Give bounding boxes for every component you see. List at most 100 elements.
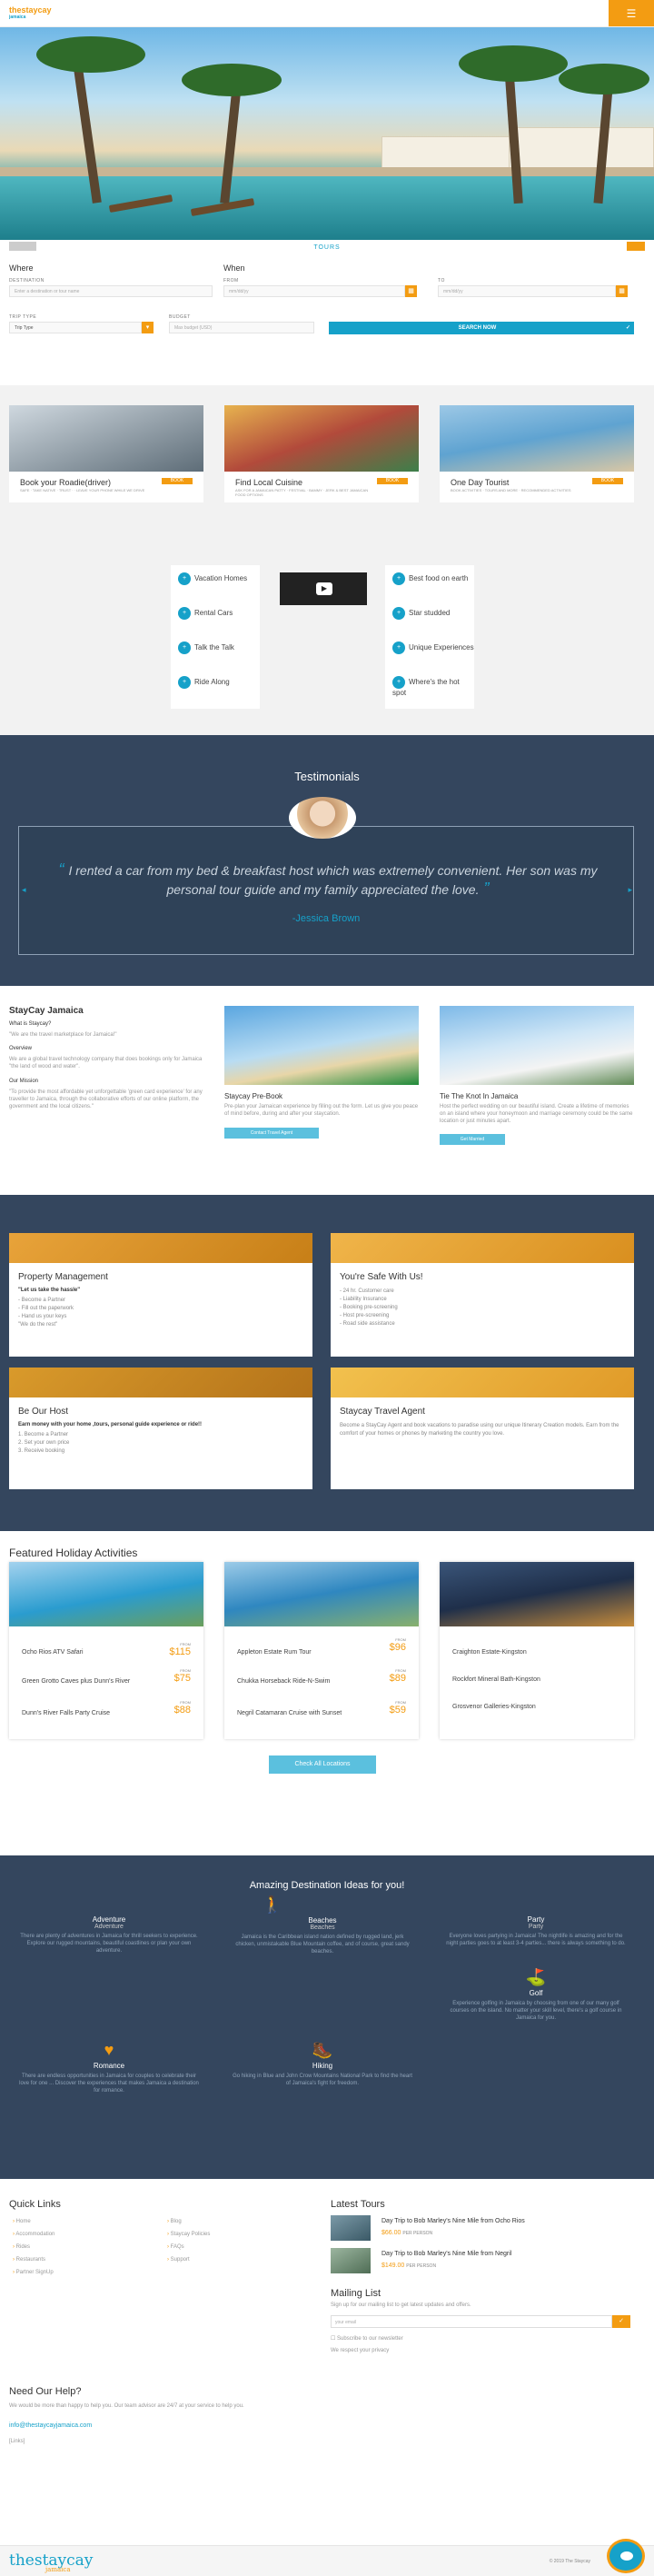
help-links[interactable]: [Links] bbox=[9, 2439, 25, 2444]
plus-icon: + bbox=[392, 676, 405, 689]
footer-link[interactable]: Home bbox=[13, 2219, 31, 2224]
feature-item[interactable]: + Rental Cars bbox=[178, 607, 233, 620]
box-line: - Liability Insurance bbox=[340, 1297, 387, 1302]
plus-icon: + bbox=[178, 607, 191, 620]
idea-party[interactable]: Party Party Everyone loves partying in J… bbox=[445, 1914, 627, 1947]
search-form: Where DESTINATION Enter a destination or… bbox=[0, 256, 654, 385]
calendar-icon[interactable]: ▦ bbox=[405, 285, 417, 297]
footer-link[interactable]: Rides bbox=[13, 2244, 30, 2250]
footer-link[interactable]: Restaurants bbox=[13, 2257, 45, 2263]
service-card[interactable]: Find Local Cuisine ASK FOR A JAMAICAN PA… bbox=[224, 405, 419, 502]
prebook-title: Staycay Pre-Book bbox=[224, 1092, 283, 1100]
privacy-note: We respect your privacy bbox=[331, 2348, 390, 2353]
idea-text: Everyone loves partying in Jamaica! The … bbox=[446, 1934, 626, 1946]
activity-name[interactable]: Grosvenor Galleries-Kingston bbox=[452, 1704, 536, 1710]
subscribe-button[interactable]: ✓ bbox=[612, 2315, 630, 2328]
card-title: Book your Roadie(driver) bbox=[20, 478, 112, 487]
tour-item[interactable]: Day Trip to Bob Marley's Nine Mile from … bbox=[331, 2248, 630, 2275]
footer-link[interactable]: Partner SignUp bbox=[13, 2270, 54, 2275]
heart-icon: ♥ bbox=[104, 2041, 114, 2059]
logo[interactable]: thestaycay jamaica bbox=[9, 5, 52, 20]
idea-adventure[interactable]: Adventure Adventure There are plenty of … bbox=[18, 1914, 200, 1954]
activity-name[interactable]: Ocho Rios ATV Safari bbox=[22, 1649, 84, 1656]
footer-link[interactable]: Blog bbox=[167, 2219, 182, 2224]
travel-agent-box: Staycay Travel Agent Become a StayCay Ag… bbox=[331, 1368, 634, 1489]
idea-subtitle: Beaches bbox=[310, 1925, 335, 1931]
calendar-icon[interactable]: ▦ bbox=[616, 285, 628, 297]
testimonials-section: Testimonials “ I rented a car from my be… bbox=[0, 735, 654, 986]
trip-type-select[interactable]: Trip Type bbox=[9, 322, 142, 333]
book-tag[interactable]: BOOK bbox=[377, 478, 408, 484]
email-field[interactable]: your email bbox=[331, 2315, 612, 2328]
footer-bottom-bar: thestaycay jamaica © 2019 The Staycay bbox=[0, 2539, 654, 2576]
services-section: Book your Roadie(driver) SAFE · TAKE NAT… bbox=[0, 385, 654, 735]
video-player[interactable]: ▶ bbox=[280, 572, 367, 605]
ideas-title: Amazing Destination Ideas for you! bbox=[249, 1880, 405, 1891]
activity-name[interactable]: Green Grotto Caves plus Dunn's River bbox=[22, 1673, 158, 1691]
help-email-link[interactable]: info@thestaycayjamaica.com bbox=[9, 2422, 92, 2429]
help-text: We would be more than happy to help you.… bbox=[9, 2403, 244, 2409]
slider-next-button[interactable] bbox=[627, 242, 645, 251]
idea-romance[interactable]: ♥ Romance There are endless opportunitie… bbox=[18, 2041, 200, 2094]
activity-name[interactable]: Appleton Estate Rum Tour bbox=[237, 1649, 312, 1656]
idea-beaches[interactable]: 🚶 Beaches Beaches Jamaica is the Caribbe… bbox=[232, 1895, 413, 1955]
tour-title[interactable]: Day Trip to Bob Marley's Nine Mile from … bbox=[382, 2251, 511, 2257]
slider-prev-button[interactable] bbox=[9, 242, 36, 251]
feature-item[interactable]: + Unique Experiences bbox=[392, 642, 474, 654]
tour-price: $66.00 PER PERSON bbox=[382, 2230, 433, 2236]
activity-name[interactable]: Rockfort Mineral Bath-Kingston bbox=[452, 1676, 540, 1683]
activity-name[interactable]: Chukka Horseback Ride-N-Swim bbox=[237, 1673, 373, 1691]
chevron-right-icon[interactable]: ▸ bbox=[628, 885, 632, 895]
tour-item[interactable]: Day Trip to Bob Marley's Nine Mile from … bbox=[331, 2215, 630, 2243]
idea-text: There are endless opportunities in Jamai… bbox=[19, 2074, 199, 2094]
plus-icon: + bbox=[178, 676, 191, 689]
idea-text: There are plenty of adventures in Jamaic… bbox=[20, 1934, 198, 1954]
golf-icon: ⛳ bbox=[525, 1968, 547, 1986]
activity-price: $59 bbox=[389, 1705, 406, 1716]
footer-link[interactable]: Support bbox=[167, 2257, 190, 2263]
to-date-input[interactable]: mm/dd/yy bbox=[438, 285, 616, 297]
check-all-locations-button[interactable]: Check All Locations bbox=[269, 1755, 376, 1774]
idea-hiking[interactable]: 🥾 Hiking Go hiking in Blue and John Crow… bbox=[232, 2041, 413, 2087]
destination-input[interactable]: Enter a destination or tour name bbox=[9, 285, 213, 297]
budget-input[interactable]: Max budget (USD) bbox=[169, 322, 314, 333]
feature-item[interactable]: + Vacation Homes bbox=[178, 572, 247, 585]
from-date-input[interactable]: mm/dd/yy bbox=[223, 285, 405, 297]
feature-item[interactable]: + Star studded bbox=[392, 607, 450, 620]
footer-link[interactable]: Accommodation bbox=[13, 2232, 54, 2237]
footer-logo[interactable]: thestaycay jamaica bbox=[9, 2551, 93, 2573]
service-card[interactable]: One Day Tourist BOOK ACTIVITIES · TOURS … bbox=[440, 405, 634, 502]
feature-item[interactable]: + Where's the hot spot bbox=[392, 676, 474, 697]
box-line: "We do the rest" bbox=[18, 1322, 58, 1328]
service-card[interactable]: Book your Roadie(driver) SAFE · TAKE NAT… bbox=[9, 405, 203, 502]
activity-price: $115 bbox=[169, 1646, 191, 1657]
get-married-button[interactable]: Get Married bbox=[440, 1134, 505, 1145]
tour-title[interactable]: Day Trip to Bob Marley's Nine Mile from … bbox=[382, 2218, 525, 2224]
testimonial-quote: “ I rented a car from my bed & breakfast… bbox=[58, 860, 598, 898]
play-icon[interactable]: ▶ bbox=[316, 582, 332, 595]
book-tag[interactable]: BOOK bbox=[162, 478, 193, 484]
check-icon: ✓ bbox=[625, 325, 630, 331]
feature-item[interactable]: + Ride Along bbox=[178, 676, 230, 689]
activity-name[interactable]: Dunn's River Falls Party Cruise bbox=[22, 1705, 158, 1723]
activity-name[interactable]: Craighton Estate-Kingston bbox=[452, 1649, 527, 1656]
contact-agent-button[interactable]: Contact Travel Agent bbox=[224, 1128, 319, 1139]
activity-name[interactable]: Negril Catamaran Cruise with Sunset bbox=[237, 1705, 373, 1723]
footer-link[interactable]: FAQs bbox=[167, 2244, 184, 2250]
feature-item[interactable]: + Best food on earth bbox=[392, 572, 468, 585]
chat-widget[interactable] bbox=[607, 2539, 645, 2573]
book-tag[interactable]: BOOK bbox=[592, 478, 623, 484]
featured-title: Featured Holiday Activities bbox=[9, 1547, 138, 1559]
idea-text: Experience golfing in Jamaica by choosin… bbox=[450, 2001, 622, 2021]
menu-button[interactable]: ☰ bbox=[609, 0, 654, 26]
footer-link[interactable]: Staycay Policies bbox=[167, 2232, 211, 2237]
chevron-left-icon[interactable]: ◂ bbox=[22, 885, 26, 895]
idea-golf[interactable]: ⛳ Golf Experience golfing in Jamaica by … bbox=[445, 1968, 627, 2022]
hamburger-icon: ☰ bbox=[626, 7, 637, 20]
newsletter-checkbox[interactable]: ☐ Subscribe to our newsletter bbox=[331, 2335, 403, 2342]
search-button[interactable]: SEARCH NOW ✓ bbox=[329, 322, 634, 334]
tours-tab[interactable]: TOURS bbox=[0, 240, 654, 256]
activity-price: $88 bbox=[173, 1705, 191, 1716]
feature-item[interactable]: + Talk the Talk bbox=[178, 642, 234, 654]
chevron-down-icon[interactable]: ▾ bbox=[142, 322, 154, 333]
